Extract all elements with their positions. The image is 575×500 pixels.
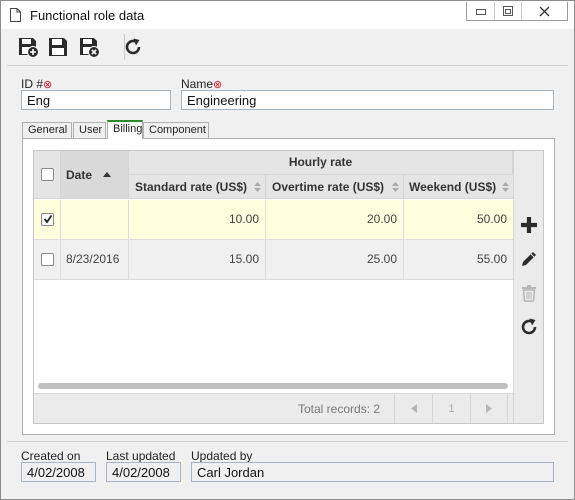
next-page-button[interactable] bbox=[470, 394, 508, 423]
save-new-button[interactable] bbox=[16, 35, 40, 59]
save-close-icon bbox=[80, 38, 100, 58]
row-checkbox[interactable] bbox=[41, 213, 54, 226]
select-all-header bbox=[34, 151, 61, 199]
standard-rate-cell: 15.00 bbox=[129, 240, 266, 279]
save-new-icon bbox=[19, 38, 39, 58]
refresh-icon bbox=[521, 318, 537, 335]
row-checkbox[interactable] bbox=[41, 253, 54, 266]
save-icon bbox=[49, 38, 67, 56]
save-button[interactable] bbox=[46, 35, 70, 59]
weekend-column-header[interactable]: Weekend (US$) bbox=[404, 175, 513, 199]
select-all-checkbox[interactable] bbox=[41, 168, 54, 181]
sort-ascending-icon bbox=[103, 172, 111, 177]
title-bar: Functional role data bbox=[1, 1, 574, 29]
previous-page-button[interactable] bbox=[394, 394, 432, 423]
grid-body: Date Hourly rate Standard rate (US$) Ove… bbox=[34, 151, 513, 423]
grid-actions bbox=[513, 151, 543, 423]
minimize-icon bbox=[475, 9, 486, 15]
sort-icon bbox=[392, 182, 399, 192]
close-icon bbox=[539, 6, 550, 16]
table-row[interactable]: 8/23/2016 15.00 25.00 55.00 bbox=[34, 240, 513, 280]
maximize-button[interactable] bbox=[495, 2, 522, 20]
minimize-button[interactable] bbox=[467, 2, 495, 20]
id-label: ID #⊗ bbox=[21, 77, 52, 91]
standard-rate-header-label: Standard rate (US$) bbox=[135, 180, 248, 194]
edit-icon bbox=[522, 252, 536, 266]
grid-footer: Total records: 2 1 bbox=[34, 393, 513, 423]
table-row[interactable]: 10.00 20.00 50.00 bbox=[34, 200, 513, 240]
name-field[interactable]: Engineering bbox=[181, 90, 554, 110]
sort-icon bbox=[502, 182, 509, 192]
dialog-window: Functional role data ID #⊗ Eng Name⊗ Eng… bbox=[0, 0, 575, 500]
delete-button[interactable] bbox=[518, 282, 540, 304]
trash-icon bbox=[522, 285, 536, 302]
row-select-cell bbox=[34, 240, 61, 279]
last-updated-field: 4/02/2008 bbox=[106, 462, 181, 482]
sort-icon bbox=[254, 182, 261, 192]
window-controls bbox=[466, 2, 568, 21]
toolbar bbox=[9, 31, 569, 65]
save-close-button[interactable] bbox=[77, 35, 101, 59]
hourly-rate-label: Hourly rate bbox=[288, 155, 353, 169]
tab-general[interactable]: General bbox=[22, 122, 72, 138]
billing-panel: Date Hourly rate Standard rate (US$) Ove… bbox=[22, 138, 555, 435]
standard-rate-column-header[interactable]: Standard rate (US$) bbox=[129, 175, 266, 199]
refresh-button[interactable] bbox=[121, 35, 145, 59]
rates-grid: Date Hourly rate Standard rate (US$) Ove… bbox=[33, 150, 544, 424]
row-select-cell bbox=[34, 200, 61, 239]
date-header-label: Date bbox=[66, 168, 93, 182]
date-cell: 8/23/2016 bbox=[61, 240, 129, 279]
standard-rate-cell: 10.00 bbox=[129, 200, 266, 239]
toolbar-divider bbox=[7, 65, 568, 66]
overtime-rate-header-label: Overtime rate (US$) bbox=[272, 180, 385, 194]
add-button[interactable] bbox=[518, 214, 540, 236]
updated-by-label: Updated by bbox=[191, 449, 253, 463]
overtime-rate-cell: 25.00 bbox=[266, 240, 404, 279]
date-column-header[interactable]: Date bbox=[61, 151, 129, 199]
hourly-rate-group-header: Hourly rate bbox=[129, 151, 513, 175]
name-label-text: Name bbox=[181, 77, 214, 91]
pagination: 1 bbox=[394, 394, 508, 423]
document-icon bbox=[10, 8, 21, 22]
tab-billing[interactable]: Billing bbox=[107, 120, 143, 139]
name-label: Name⊗ bbox=[181, 77, 222, 91]
total-records: Total records: 2 bbox=[298, 402, 381, 416]
weekend-cell: 55.00 bbox=[476, 252, 507, 266]
chevron-right-icon bbox=[486, 404, 492, 413]
tab-component[interactable]: Component bbox=[143, 122, 209, 138]
maximize-icon bbox=[503, 6, 513, 16]
refresh-icon bbox=[125, 38, 141, 55]
overtime-rate-cell: 20.00 bbox=[266, 200, 404, 239]
add-icon bbox=[521, 217, 537, 233]
edit-button[interactable] bbox=[518, 248, 540, 270]
page-number: 1 bbox=[432, 394, 470, 423]
checkmark-icon bbox=[43, 214, 53, 224]
created-on-field: 4/02/2008 bbox=[21, 462, 96, 482]
date-cell bbox=[61, 200, 129, 239]
window-title: Functional role data bbox=[30, 8, 145, 23]
id-field[interactable]: Eng bbox=[21, 90, 171, 110]
overtime-rate-column-header[interactable]: Overtime rate (US$) bbox=[266, 175, 404, 199]
created-on-label: Created on bbox=[21, 449, 81, 463]
updated-by-field: Carl Jordan bbox=[191, 462, 554, 482]
tab-user[interactable]: User bbox=[73, 122, 106, 138]
close-button[interactable] bbox=[522, 2, 567, 20]
weekend-header-label: Weekend (US$) bbox=[409, 180, 497, 194]
id-label-text: ID # bbox=[21, 77, 44, 91]
footer-divider bbox=[7, 441, 568, 442]
chevron-left-icon bbox=[410, 404, 417, 413]
horizontal-scrollbar[interactable] bbox=[38, 383, 508, 389]
weekend-cell: 50.00 bbox=[476, 212, 507, 226]
grid-refresh-button[interactable] bbox=[518, 316, 540, 338]
last-updated-label: Last updated bbox=[106, 449, 176, 463]
